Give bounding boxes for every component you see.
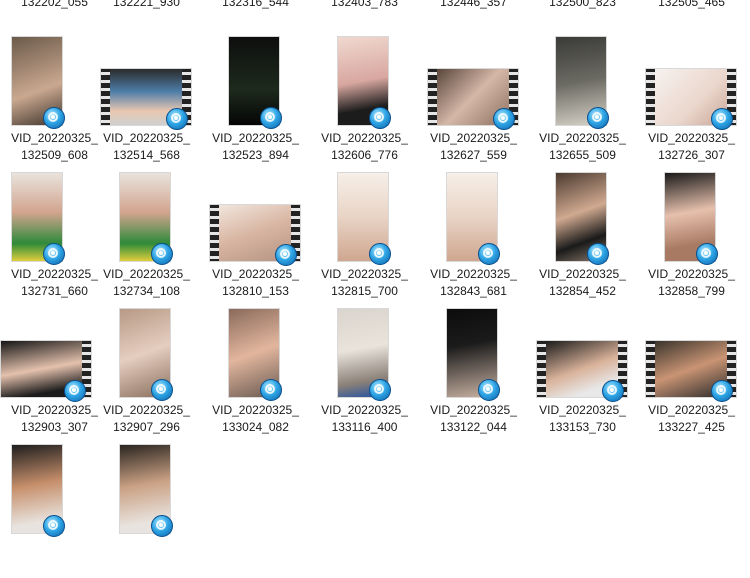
file-item[interactable]: VID_20220325_ 132734_108 <box>92 172 201 306</box>
video-thumbnail[interactable] <box>637 308 746 402</box>
media-player-icon <box>260 379 282 401</box>
video-thumbnail[interactable] <box>528 36 637 129</box>
file-item[interactable]: VID_20220325_ 132514_568 <box>92 36 201 170</box>
file-item[interactable]: 132403_783 <box>310 0 419 28</box>
film-strip-icon <box>428 69 437 125</box>
media-player-icon <box>275 244 297 266</box>
file-item[interactable]: 132505_465 <box>637 0 746 28</box>
video-thumbnail[interactable] <box>92 444 201 537</box>
film-strip-icon <box>646 69 655 125</box>
video-thumbnail[interactable] <box>528 308 637 402</box>
media-player-icon <box>151 243 173 265</box>
media-player-icon <box>587 107 609 129</box>
video-thumbnail[interactable] <box>419 36 528 130</box>
file-item[interactable]: VID_20220325_ 133024_082 <box>201 308 310 442</box>
media-player-icon <box>478 379 500 401</box>
film-strip-icon <box>537 341 546 397</box>
media-player-icon <box>43 243 65 265</box>
media-player-icon <box>43 107 65 129</box>
file-item[interactable]: VID_20220325_ 132655_509 <box>528 36 637 170</box>
file-item[interactable]: 132500_823 <box>528 0 637 28</box>
file-item[interactable]: VID_20220325_ 133227_425 <box>637 308 746 442</box>
media-player-icon <box>478 243 500 265</box>
film-strip-icon <box>646 341 655 397</box>
video-thumbnail[interactable] <box>419 308 528 401</box>
file-item[interactable]: VID_20220325_ 132627_559 <box>419 36 528 170</box>
file-item[interactable]: VID_20220325_ 132815_700 <box>310 172 419 306</box>
media-player-icon <box>696 243 718 265</box>
file-name: 132505_465 <box>658 0 725 9</box>
file-item[interactable]: VID_20220325_ 132854_452 <box>528 172 637 306</box>
video-thumbnail[interactable] <box>201 308 310 401</box>
video-thumbnail[interactable] <box>92 308 201 401</box>
video-thumbnail[interactable] <box>92 36 201 130</box>
media-player-icon <box>260 107 282 129</box>
file-item[interactable]: VID_20220325_ 132606_776 <box>310 36 419 170</box>
media-player-icon <box>43 515 65 537</box>
file-name: VID_20220325_ 132726_307 <box>648 131 735 162</box>
film-strip-icon <box>210 205 219 261</box>
media-player-icon <box>711 108 733 130</box>
file-item[interactable]: VID_20220325_ 132843_681 <box>419 172 528 306</box>
file-item[interactable]: VID_20220325_ 132726_307 <box>637 36 746 170</box>
media-player-icon <box>166 108 188 130</box>
file-item[interactable]: VID_20220325_ 132523_894 <box>201 36 310 170</box>
file-item[interactable] <box>92 444 201 578</box>
media-player-icon <box>64 380 86 402</box>
file-item[interactable]: 132316_544 <box>201 0 310 28</box>
file-item[interactable]: VID_20220325_ 133116_400 <box>310 308 419 442</box>
file-item[interactable]: VID_20220325_ 133153_730 <box>528 308 637 442</box>
media-player-icon <box>369 107 391 129</box>
video-thumbnail[interactable] <box>201 36 310 129</box>
video-thumbnail[interactable] <box>419 172 528 265</box>
file-name: VID_20220325_ 132858_799 <box>648 267 735 298</box>
media-player-icon <box>369 243 391 265</box>
media-player-icon <box>711 380 733 402</box>
media-player-icon <box>587 243 609 265</box>
video-thumbnail[interactable] <box>92 172 201 265</box>
file-item[interactable]: VID_20220325_ 132810_153 <box>201 172 310 306</box>
file-grid: 132202_055 132221_930 132316_544 132403_… <box>0 0 750 562</box>
media-player-icon <box>602 380 624 402</box>
file-item[interactable]: VID_20220325_ 133122_044 <box>419 308 528 442</box>
file-item[interactable]: 132221_930 <box>92 0 201 28</box>
file-item[interactable]: VID_20220325_ 132907_296 <box>92 308 201 442</box>
video-thumbnail[interactable] <box>310 308 419 401</box>
video-thumbnail[interactable] <box>528 172 637 265</box>
file-item[interactable]: 132446_357 <box>419 0 528 28</box>
video-thumbnail[interactable] <box>637 36 746 130</box>
media-player-icon <box>369 379 391 401</box>
video-thumbnail[interactable] <box>310 36 419 129</box>
video-thumbnail[interactable] <box>637 172 746 265</box>
media-player-icon <box>151 515 173 537</box>
video-thumbnail[interactable] <box>310 172 419 265</box>
media-player-icon <box>151 379 173 401</box>
film-strip-icon <box>101 69 110 125</box>
media-player-icon <box>493 108 515 130</box>
video-thumbnail[interactable] <box>201 172 310 266</box>
file-name: VID_20220325_ 133227_425 <box>648 403 735 434</box>
file-item[interactable]: VID_20220325_ 132858_799 <box>637 172 746 306</box>
